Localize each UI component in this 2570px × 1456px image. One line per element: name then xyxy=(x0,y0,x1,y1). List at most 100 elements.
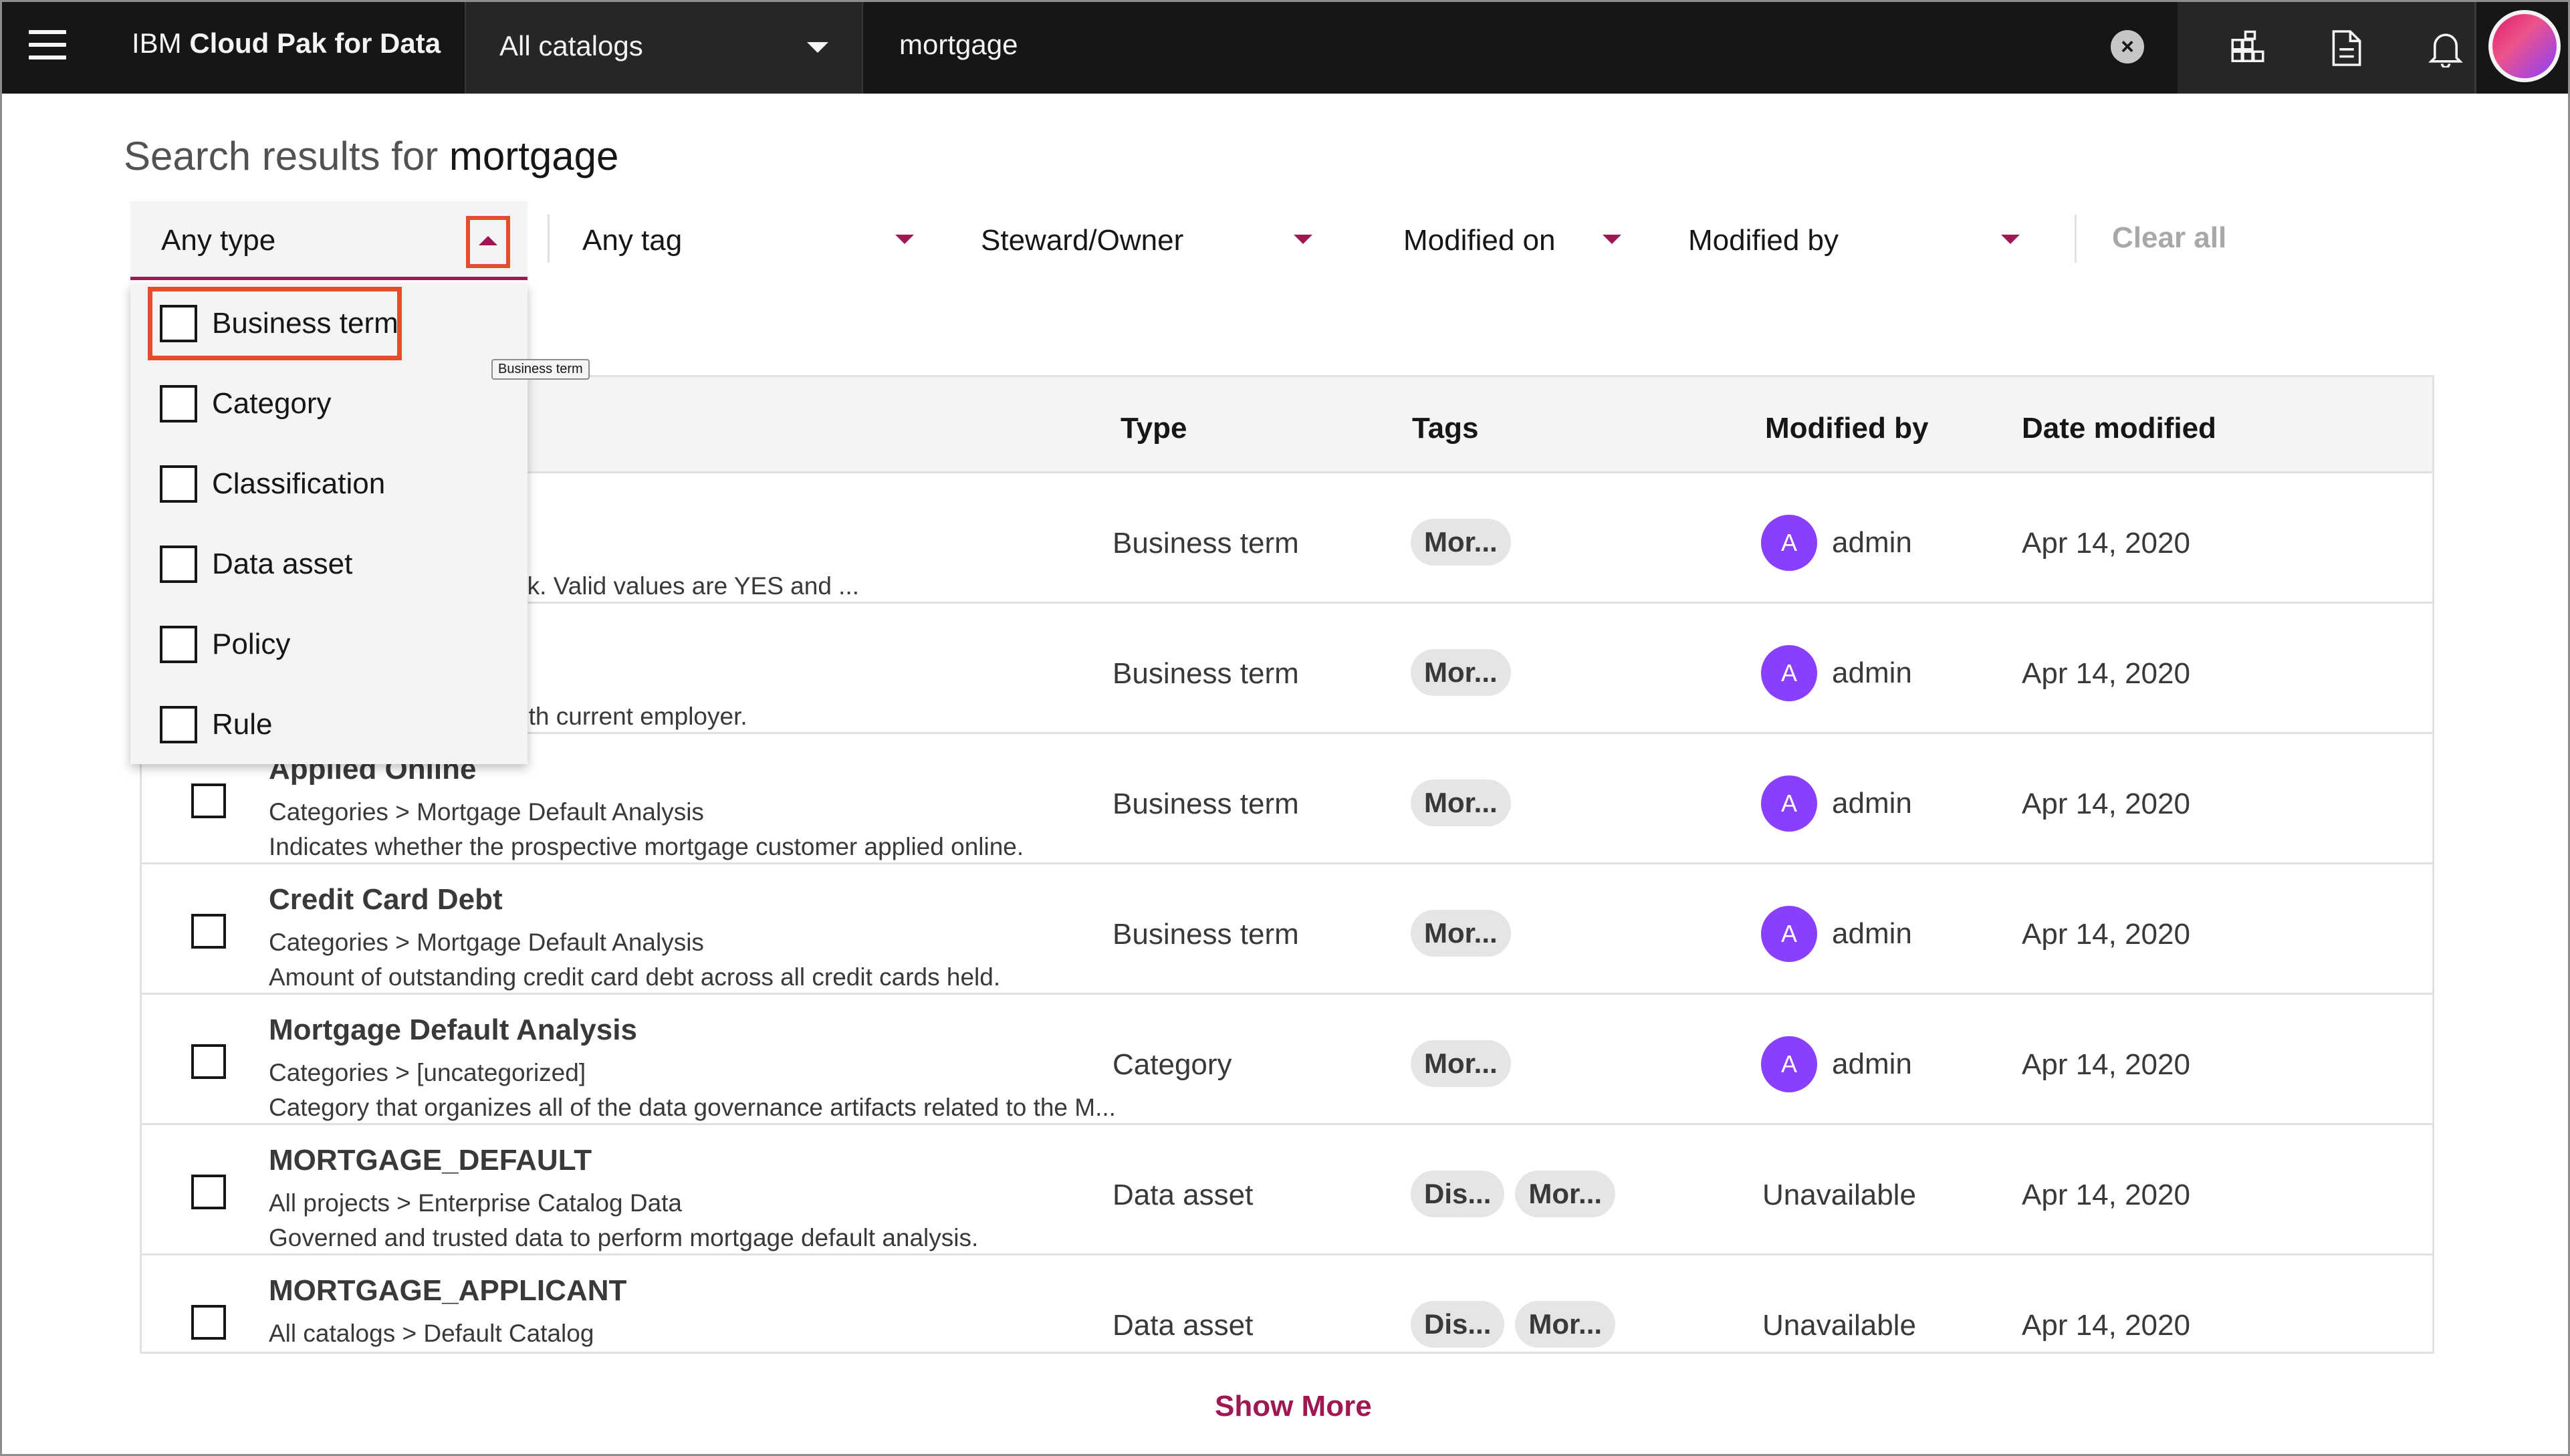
tag-filter-dropdown[interactable]: Any tag xyxy=(582,201,923,280)
type-option-policy[interactable]: Policy xyxy=(160,621,290,668)
type-option-business-term[interactable]: Business term xyxy=(160,300,398,347)
brand-name: Cloud Pak for Data xyxy=(189,27,441,59)
asset-description: Amount of outstanding credit card debt a… xyxy=(269,963,1001,991)
user-avatar: A xyxy=(1761,515,1817,571)
tag-chip[interactable]: Mor... xyxy=(1411,779,1511,826)
tag-chip[interactable]: Mor... xyxy=(1411,910,1511,957)
tag-chip[interactable]: Mor... xyxy=(1411,519,1511,566)
user-avatar: A xyxy=(1761,906,1817,962)
brand-title[interactable]: IBM Cloud Pak for Data xyxy=(132,27,441,59)
column-header-type[interactable]: Type xyxy=(1121,412,1187,445)
type-option-rule[interactable]: Rule xyxy=(160,701,273,748)
table-row[interactable]: MORTGAGE_DEFAULT All projects > Enterpris… xyxy=(142,1125,2432,1255)
modified-by: Aadmin xyxy=(1761,515,1912,571)
tag-chip[interactable]: Mor... xyxy=(1411,649,1511,696)
tag-chip[interactable]: Mor... xyxy=(1515,1301,1616,1348)
tag-list: Mor... xyxy=(1411,649,1511,696)
tag-filter-label: Any tag xyxy=(582,224,683,257)
checkbox[interactable] xyxy=(160,706,197,743)
show-more-link[interactable]: Show More xyxy=(1215,1390,1372,1423)
row-checkbox[interactable] xyxy=(191,1305,226,1340)
steward-filter-dropdown[interactable]: Steward/Owner xyxy=(981,201,1322,280)
table-row[interactable]: Mortgage Default Analysis Categories > [u… xyxy=(142,995,2432,1125)
type-filter-menu: Business term Category Classification Da… xyxy=(130,284,528,764)
modified-by-filter-dropdown[interactable]: Modified by xyxy=(1688,201,2029,280)
tag-list: Mor... xyxy=(1411,1040,1511,1087)
tag-chip[interactable]: Dis... xyxy=(1411,1171,1505,1217)
tag-list: Mor... xyxy=(1411,910,1511,957)
row-checkbox[interactable] xyxy=(191,1044,226,1079)
checkbox[interactable] xyxy=(160,626,197,663)
row-checkbox[interactable] xyxy=(191,914,226,949)
document-icon[interactable] xyxy=(2325,26,2369,70)
modified-by-name: Unavailable xyxy=(1762,1309,1916,1342)
modified-on-filter-dropdown[interactable]: Modified on xyxy=(1403,201,1631,280)
table-row[interactable]: MORTGAGE_APPLICANT All catalogs > Default… xyxy=(142,1255,2432,1352)
type-filter-dropdown[interactable]: Any type xyxy=(130,201,528,280)
checkbox[interactable] xyxy=(160,305,197,342)
modified-by-name: admin xyxy=(1832,917,1912,950)
modified-by: Aadmin xyxy=(1761,645,1912,701)
column-header-date-modified[interactable]: Date modified xyxy=(2022,412,2216,445)
modified-on-filter-label: Modified on xyxy=(1403,224,1556,257)
tag-chip[interactable]: Mor... xyxy=(1515,1171,1616,1217)
top-header: IBM Cloud Pak for Data All catalogs mort… xyxy=(2,2,2568,94)
asset-name[interactable]: MORTGAGE_DEFAULT xyxy=(269,1144,592,1177)
type-option-data-asset[interactable]: Data asset xyxy=(160,541,352,588)
tag-list: Dis... Mor... xyxy=(1411,1301,1616,1348)
asset-name[interactable]: Mortgage Default Analysis xyxy=(269,1013,637,1047)
asset-type: Data asset xyxy=(1113,1179,1254,1211)
asset-path: All projects > Enterprise Catalog Data xyxy=(269,1189,682,1217)
asset-type: Data asset xyxy=(1113,1309,1254,1342)
type-option-classification[interactable]: Classification xyxy=(160,461,385,507)
catalog-selector[interactable]: All catalogs xyxy=(465,2,863,94)
user-avatar-button[interactable] xyxy=(2474,2,2568,94)
date-modified: Apr 14, 2020 xyxy=(2022,787,2190,820)
date-modified: Apr 14, 2020 xyxy=(2022,1048,2190,1081)
checkbox[interactable] xyxy=(160,465,197,503)
brand-prefix: IBM xyxy=(132,27,182,59)
divider xyxy=(548,215,550,263)
search-input[interactable]: mortgage xyxy=(899,29,1018,61)
tag-list: Mor... xyxy=(1411,779,1511,826)
checkbox[interactable] xyxy=(160,545,197,583)
clear-icon[interactable]: × xyxy=(2111,30,2144,64)
title-prefix: Search results for xyxy=(124,134,439,178)
option-label: Classification xyxy=(212,467,386,500)
asset-path: Categories > Mortgage Default Analysis xyxy=(269,929,704,956)
date-modified: Apr 14, 2020 xyxy=(2022,1179,2190,1211)
row-checkbox[interactable] xyxy=(191,783,226,818)
option-label: Data asset xyxy=(212,548,353,580)
asset-type: Category xyxy=(1113,1048,1232,1081)
row-checkbox[interactable] xyxy=(191,1175,226,1209)
steward-filter-label: Steward/Owner xyxy=(981,224,1184,257)
column-header-modified-by[interactable]: Modified by xyxy=(1765,412,1928,445)
asset-name[interactable]: MORTGAGE_APPLICANT xyxy=(269,1274,626,1308)
modified-by: Aadmin xyxy=(1761,906,1912,962)
chevron-up-icon xyxy=(479,236,497,245)
asset-path: All catalogs > Default Catalog xyxy=(269,1320,594,1347)
asset-type: Business term xyxy=(1113,918,1299,951)
column-header-tags[interactable]: Tags xyxy=(1412,412,1478,445)
modified-by-name: admin xyxy=(1832,656,1912,689)
asset-name[interactable]: Credit Card Debt xyxy=(269,883,503,917)
table-row[interactable]: Credit Card Debt Categories > Mortgage De… xyxy=(142,864,2432,995)
type-option-category[interactable]: Category xyxy=(160,380,332,427)
caret-highlight[interactable] xyxy=(466,216,510,268)
apps-icon[interactable] xyxy=(2226,26,2270,70)
type-filter-label: Any type xyxy=(161,224,276,257)
tag-list: Dis... Mor... xyxy=(1411,1171,1616,1217)
notification-icon[interactable] xyxy=(2424,26,2468,70)
date-modified: Apr 14, 2020 xyxy=(2022,527,2190,560)
asset-path: Categories > Mortgage Default Analysis xyxy=(269,798,704,826)
menu-icon[interactable] xyxy=(29,26,66,64)
user-avatar: A xyxy=(1761,645,1817,701)
option-label: Business term xyxy=(212,307,398,340)
tag-chip[interactable]: Dis... xyxy=(1411,1301,1505,1348)
tooltip: Business term xyxy=(491,359,590,380)
page-title: Search results for mortgage xyxy=(124,133,618,179)
asset-path: Categories > [uncategorized] xyxy=(269,1059,586,1086)
clear-all-button[interactable]: Clear all xyxy=(2112,221,2226,255)
checkbox[interactable] xyxy=(160,385,197,422)
tag-chip[interactable]: Mor... xyxy=(1411,1040,1511,1087)
